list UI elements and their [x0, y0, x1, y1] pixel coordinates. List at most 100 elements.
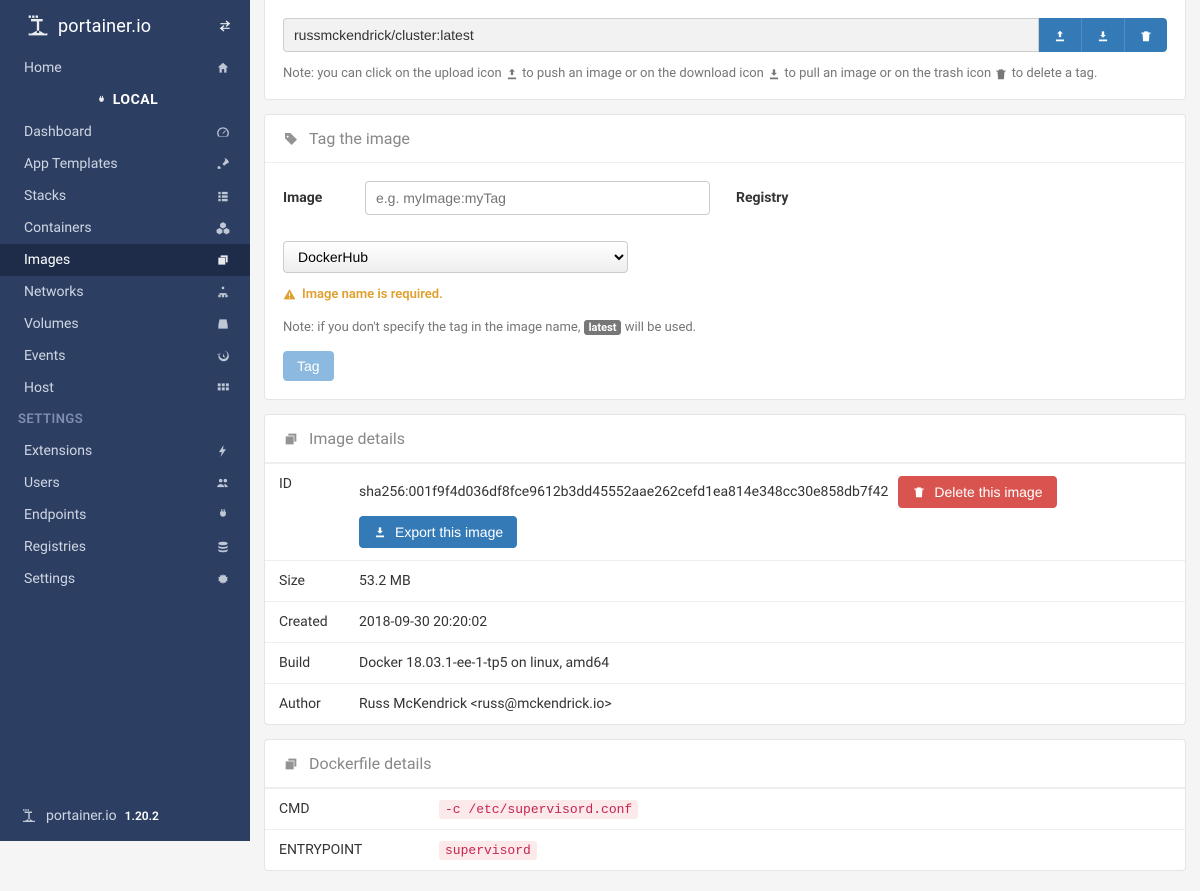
sidebar-label: Images: [24, 252, 70, 268]
id-label: ID: [265, 464, 345, 561]
download-icon: [373, 525, 387, 539]
image-tag-input-group: [283, 18, 1167, 52]
sidebar-label: Events: [24, 348, 65, 364]
image-details-table: ID sha256:001f9f4d036df8fce9612b3dd45552…: [265, 463, 1185, 724]
dockerfile-table: CMD -c /etc/supervisord.conf ENTRYPOINT …: [265, 788, 1185, 870]
upload-icon: [505, 67, 519, 81]
portainer-logo-icon: [24, 12, 52, 40]
footer-brand: portainer.io: [46, 808, 117, 824]
latest-pill: latest: [584, 320, 622, 335]
sidebar-item-stacks[interactable]: Stacks: [0, 180, 250, 212]
sidebar-item-endpoints[interactable]: Endpoints: [0, 499, 250, 531]
sidebar-item-registries[interactable]: Registries: [0, 531, 250, 563]
image-tag-input[interactable]: [283, 18, 1039, 52]
button-label: Delete this image: [934, 484, 1042, 500]
note-text: to pull an image or on the trash icon: [784, 66, 994, 81]
th-icon: [216, 381, 230, 395]
sidebar-item-dashboard[interactable]: Dashboard: [0, 116, 250, 148]
home-icon: [216, 61, 230, 75]
size-label: Size: [265, 561, 345, 602]
plug-icon: [216, 508, 230, 522]
sidebar-item-extensions[interactable]: Extensions: [0, 435, 250, 467]
tag-image-name-input[interactable]: [365, 181, 710, 215]
sidebar-item-settings[interactable]: Settings: [0, 563, 250, 595]
footer-version: 1.20.2: [125, 809, 159, 823]
rocket-icon: [216, 157, 230, 171]
build-value: Docker 18.03.1-ee-1-tp5 on linux, amd64: [345, 643, 1185, 684]
sidebar-label: Extensions: [24, 443, 92, 459]
delete-tag-button[interactable]: [1124, 18, 1167, 52]
main-content: Note: you can click on the upload icon t…: [250, 0, 1200, 891]
history-icon: [216, 349, 230, 363]
note-text: Note: you can click on the upload icon: [283, 66, 505, 81]
sidebar-item-home[interactable]: Home: [0, 52, 250, 84]
sidebar-endpoint-header: LOCAL: [0, 84, 250, 116]
brand-name: portainer.io: [58, 16, 151, 37]
sidebar-label: Home: [24, 60, 62, 76]
sidebar-item-users[interactable]: Users: [0, 467, 250, 499]
note-text: Note: if you don't specify the tag in th…: [283, 320, 584, 335]
sidebar-label: Registries: [24, 539, 86, 555]
download-icon: [1096, 29, 1110, 43]
sidebar-item-host[interactable]: Host: [0, 372, 250, 404]
trash-icon: [994, 67, 1008, 81]
entrypoint-value: supervisord: [439, 841, 537, 860]
note-text: to delete a tag.: [1012, 66, 1098, 81]
tag-image-panel: Tag the image Image Registry DockerHub I…: [264, 114, 1186, 400]
sidebar: portainer.io Home LOCAL Dashboard App Te…: [0, 0, 250, 841]
sidebar-item-app-templates[interactable]: App Templates: [0, 148, 250, 180]
build-label: Build: [265, 643, 345, 684]
sidebar-item-volumes[interactable]: Volumes: [0, 308, 250, 340]
table-row: CMD -c /etc/supervisord.conf: [265, 789, 1185, 830]
note-text: to push an image or on the download icon: [522, 66, 767, 81]
plug-icon: [96, 95, 107, 106]
cubes-icon: [216, 221, 230, 235]
tag-button[interactable]: Tag: [283, 351, 334, 381]
sidebar-item-events[interactable]: Events: [0, 340, 250, 372]
sidebar-label: Containers: [24, 220, 92, 236]
created-label: Created: [265, 602, 345, 643]
panel-title: Image details: [309, 429, 405, 448]
size-value: 53.2 MB: [345, 561, 1185, 602]
sidebar-item-networks[interactable]: Networks: [0, 276, 250, 308]
sidebar-label: Networks: [24, 284, 84, 300]
table-row: Created 2018-09-30 20:20:02: [265, 602, 1185, 643]
push-image-button[interactable]: [1039, 18, 1081, 52]
tags-icon: [283, 131, 299, 147]
table-row: ENTRYPOINT supervisord: [265, 830, 1185, 871]
sidebar-item-images[interactable]: Images: [0, 244, 250, 276]
brand-logo[interactable]: portainer.io: [24, 12, 151, 40]
users-icon: [216, 476, 230, 490]
sidebar-footer: portainer.io 1.20.2: [0, 791, 250, 841]
registry-select[interactable]: DockerHub: [283, 241, 628, 273]
button-label: Export this image: [395, 524, 503, 540]
hdd-icon: [216, 317, 230, 331]
registry-label: Registry: [736, 190, 806, 206]
endpoint-name: LOCAL: [113, 92, 158, 108]
database-icon: [216, 540, 230, 554]
sidebar-label: Endpoints: [24, 507, 86, 523]
note-text: will be used.: [625, 320, 696, 335]
upload-icon: [1053, 29, 1067, 43]
warning-text: Image name is required.: [302, 287, 443, 302]
sidebar-item-containers[interactable]: Containers: [0, 212, 250, 244]
sitemap-icon: [216, 285, 230, 299]
tachometer-icon: [216, 125, 230, 139]
table-row: ID sha256:001f9f4d036df8fce9612b3dd45552…: [265, 464, 1185, 561]
dockerfile-details-panel: Dockerfile details CMD -c /etc/superviso…: [264, 739, 1186, 871]
table-row: Author Russ McKendrick <russ@mckendrick.…: [265, 684, 1185, 725]
sidebar-label: Dashboard: [24, 124, 92, 140]
pull-image-button[interactable]: [1081, 18, 1124, 52]
bolt-icon: [216, 444, 230, 458]
table-row: Build Docker 18.03.1-ee-1-tp5 on linux, …: [265, 643, 1185, 684]
portainer-logo-icon: [20, 807, 38, 825]
cmd-label: CMD: [265, 789, 425, 830]
panel-title: Tag the image: [309, 129, 410, 148]
image-label: Image: [283, 190, 339, 206]
sidebar-label: Host: [24, 380, 54, 396]
created-value: 2018-09-30 20:20:02: [345, 602, 1185, 643]
delete-image-button[interactable]: Delete this image: [898, 476, 1056, 508]
export-image-button[interactable]: Export this image: [359, 516, 517, 548]
swap-icon[interactable]: [218, 18, 232, 34]
tag-actions-note: Note: you can click on the upload icon t…: [283, 66, 1167, 81]
